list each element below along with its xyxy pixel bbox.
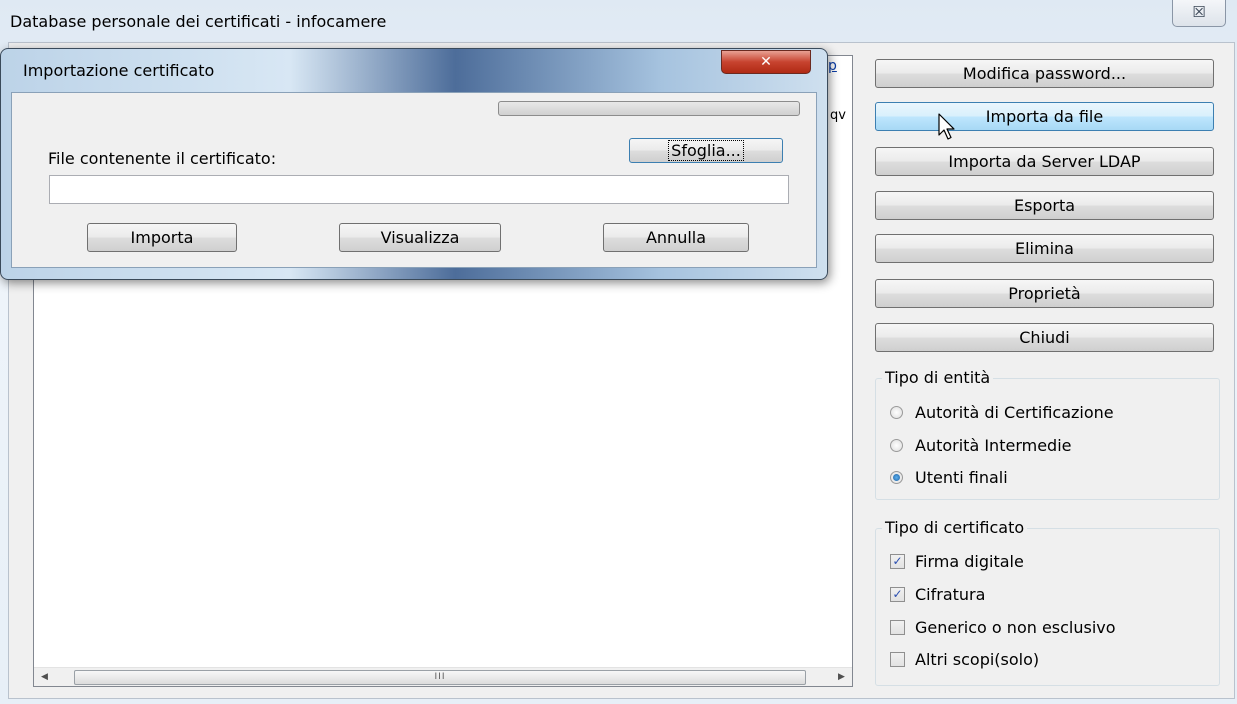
scroll-right-arrow-icon[interactable]: ▶	[833, 668, 850, 686]
horizontal-scrollbar[interactable]: ◀ III ▶	[34, 667, 852, 686]
radio-label: Utenti finali	[915, 468, 1008, 487]
sfoglia-button-label: Sfoglia...	[668, 140, 744, 161]
elimina-button[interactable]: Elimina	[875, 234, 1214, 263]
checkbox-label: Generico o non esclusivo	[915, 618, 1116, 637]
radio-button-selected-icon[interactable]	[890, 471, 903, 484]
background-text-fragment: qv	[830, 108, 846, 123]
scrollbar-thumb[interactable]: III	[74, 670, 806, 685]
file-label: File contenente il certificato:	[48, 149, 277, 168]
visualizza-button[interactable]: Visualizza	[339, 223, 501, 252]
importa-ldap-button[interactable]: Importa da Server LDAP	[875, 147, 1214, 176]
file-path-input[interactable]	[49, 175, 789, 204]
checkbox-checked-icon[interactable]: ✓	[890, 587, 905, 602]
proprieta-button[interactable]: Proprietà	[875, 279, 1214, 308]
chiudi-button[interactable]: Chiudi	[875, 323, 1214, 352]
checkbox-unchecked-icon[interactable]	[890, 652, 905, 667]
annulla-button[interactable]: Annulla	[603, 223, 749, 252]
dialog-close-button[interactable]: ✕	[721, 50, 811, 74]
modifica-password-button[interactable]: Modifica password...	[875, 59, 1214, 88]
progress-bar	[498, 101, 800, 116]
radio-button-icon[interactable]	[890, 406, 903, 419]
import-certificate-dialog: Importazione certificato ✕ File contenen…	[0, 48, 828, 280]
mouse-pointer-icon	[938, 113, 955, 140]
cert-type-title: Tipo di certificato	[882, 518, 1028, 537]
entity-type-group: Tipo di entità Autorità di Certificazion…	[875, 368, 1220, 500]
window-title: Database personale dei certificati - inf…	[10, 12, 387, 31]
close-icon: ☒	[1192, 3, 1206, 21]
background-link-fragment: p	[828, 58, 837, 74]
radio-button-icon[interactable]	[890, 439, 903, 452]
scrollbar-grip-icon: III	[434, 672, 446, 682]
entity-type-title: Tipo di entità	[882, 368, 994, 387]
dialog-title: Importazione certificato	[23, 61, 215, 80]
dialog-body: File contenente il certificato: Sfoglia.…	[11, 92, 817, 268]
close-icon: ✕	[760, 54, 772, 70]
main-window: Database personale dei certificati - inf…	[0, 0, 1237, 704]
cert-type-group: Tipo di certificato ✓ Firma digitale ✓ C…	[875, 518, 1220, 686]
esporta-button[interactable]: Esporta	[875, 191, 1214, 220]
checkbox-label: Altri scopi(solo)	[915, 650, 1040, 669]
radio-label: Autorità di Certificazione	[915, 403, 1114, 422]
importa-button[interactable]: Importa	[87, 223, 237, 252]
window-close-button[interactable]: ☒	[1172, 0, 1226, 27]
importa-da-file-button[interactable]: Importa da file	[875, 102, 1214, 131]
sfoglia-button[interactable]: Sfoglia...	[629, 138, 783, 163]
checkbox-label: Cifratura	[915, 585, 986, 604]
checkbox-checked-icon[interactable]: ✓	[890, 554, 905, 569]
checkbox-label: Firma digitale	[915, 552, 1024, 571]
radio-label: Autorità Intermedie	[915, 436, 1072, 455]
scroll-left-arrow-icon[interactable]: ◀	[36, 668, 53, 686]
checkbox-unchecked-icon[interactable]	[890, 620, 905, 635]
